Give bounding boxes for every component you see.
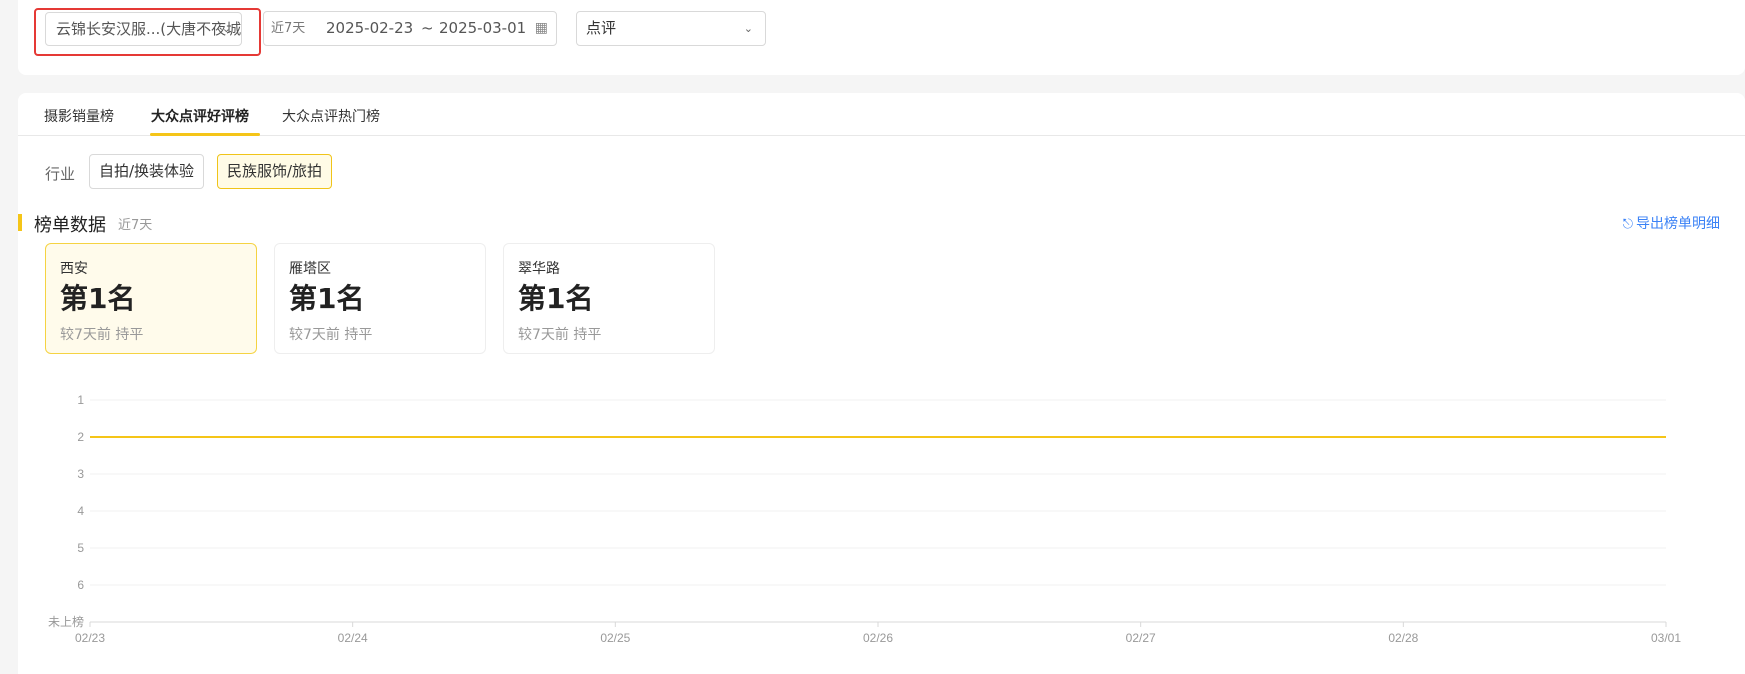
y-tick-label: 3	[77, 467, 84, 481]
industry-chip-ethnic-travel[interactable]: 民族服饰/旅拍	[217, 154, 333, 189]
x-tick-label: 02/25	[600, 631, 630, 645]
export-button[interactable]: ⎋ 导出榜单明细	[1623, 213, 1720, 233]
section-title: 榜单数据	[34, 215, 106, 236]
tab-photography-sales[interactable]: 摄影销量榜	[44, 106, 114, 126]
chevron-down-icon: ⌄	[221, 22, 231, 35]
store-select-value: 云锦长安汉服...(大唐不夜城店)	[56, 20, 242, 38]
active-tab-indicator	[150, 133, 260, 136]
x-tick-label: 02/24	[338, 631, 368, 645]
chevron-down-icon: ⌄	[743, 22, 753, 35]
y-tick-label: 5	[77, 541, 84, 555]
industry-chip-selfie[interactable]: 自拍/换装体验	[89, 154, 205, 189]
rank-card-region: 雁塔区	[289, 261, 331, 277]
y-tick-label: 6	[77, 578, 84, 592]
rank-card-change: 较7天前 持平	[518, 327, 602, 343]
section-accent-bar	[18, 214, 22, 231]
export-icon: ⎋	[1622, 217, 1633, 232]
x-tick-label: 02/27	[1126, 631, 1156, 645]
y-tick-label: 1	[77, 393, 84, 407]
ranking-tabs: 摄影销量榜 大众点评好评榜 大众点评热门榜	[18, 93, 1745, 136]
store-select[interactable]: 云锦长安汉服...(大唐不夜城店) ⌄	[45, 12, 242, 46]
tab-dianping-popular[interactable]: 大众点评热门榜	[282, 106, 380, 126]
date-end[interactable]: 2025-03-01	[439, 12, 526, 45]
rank-card-district[interactable]: 雁塔区 第1名 较7天前 持平	[274, 243, 486, 354]
section-subtitle: 近7天	[118, 218, 153, 233]
date-preset: 近7天	[271, 21, 306, 36]
date-separator: ~	[421, 19, 434, 37]
tab-dianping-good-reviews[interactable]: 大众点评好评榜	[151, 106, 249, 126]
rank-card-change: 较7天前 持平	[289, 327, 373, 343]
rank-card-city[interactable]: 西安 第1名 较7天前 持平	[45, 243, 257, 354]
x-tick-label: 03/01	[1651, 631, 1681, 645]
rank-card-region: 翠华路	[518, 261, 560, 277]
export-label: 导出榜单明细	[1636, 216, 1720, 232]
rank-card-rank: 第1名	[60, 282, 136, 315]
x-tick-label: 02/26	[863, 631, 893, 645]
x-tick-label: 02/23	[75, 631, 105, 645]
platform-select[interactable]: 点评 ⌄	[576, 11, 766, 46]
y-tick-label: 2	[77, 430, 84, 444]
calendar-icon: ▦	[534, 20, 548, 36]
rank-card-road[interactable]: 翠华路 第1名 较7天前 持平	[503, 243, 715, 354]
rank-card-change: 较7天前 持平	[60, 327, 144, 343]
rank-card-rank: 第1名	[289, 282, 365, 315]
rank-trend-chart: 1 2 3 4 5 6 未上榜 02/23 02/24 02/25 02/26 02/27 02/28 0…	[48, 393, 1681, 645]
x-tick-label: 02/28	[1388, 631, 1418, 645]
platform-select-value: 点评	[586, 19, 617, 37]
rank-card-rank: 第1名	[518, 282, 594, 315]
y-tick-label: 4	[77, 504, 84, 518]
y-tick-label: 未上榜	[48, 614, 84, 629]
industry-label: 行业	[45, 165, 76, 183]
date-range-picker[interactable]: 近7天 2025-02-23 ~ 2025-03-01 ▦	[263, 11, 557, 46]
date-start[interactable]: 2025-02-23	[326, 12, 413, 45]
rank-card-region: 西安	[60, 261, 88, 277]
